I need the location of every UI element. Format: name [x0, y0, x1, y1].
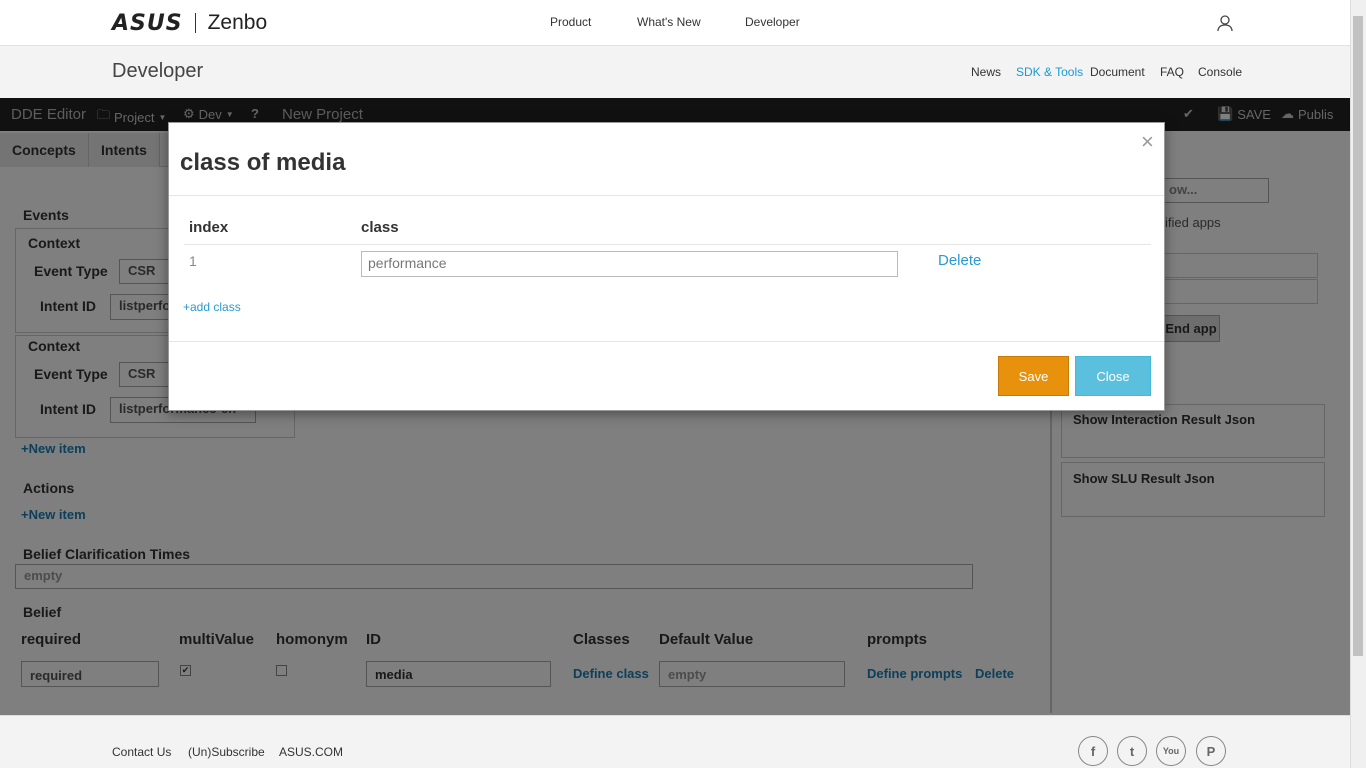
scrollbar-thumb[interactable]: [1353, 16, 1363, 656]
product-name: Zenbo: [207, 11, 268, 34]
user-icon[interactable]: [1216, 14, 1234, 32]
subnav-console[interactable]: Console: [1198, 65, 1242, 79]
footer: [0, 715, 1350, 768]
brand-name: ASUS: [112, 10, 183, 36]
footer-unsubscribe[interactable]: (Un)Subscribe: [188, 745, 265, 759]
subnav-faq[interactable]: FAQ: [1160, 65, 1184, 79]
modal-header-divider: [169, 195, 1164, 196]
column-header-class: class: [361, 219, 399, 236]
pinterest-icon[interactable]: P: [1196, 736, 1226, 766]
delete-class-link[interactable]: Delete: [938, 252, 981, 269]
footer-contact-us[interactable]: Contact Us: [112, 745, 171, 759]
nav-developer[interactable]: Developer: [745, 15, 800, 29]
add-class-link[interactable]: +add class: [183, 300, 241, 314]
twitter-icon[interactable]: t: [1117, 736, 1147, 766]
close-button[interactable]: Close: [1075, 356, 1151, 396]
youtube-icon[interactable]: You: [1156, 736, 1186, 766]
modal-title: class of media: [180, 149, 346, 176]
subnav-document[interactable]: Document: [1090, 65, 1145, 79]
modal-footer-divider: [169, 341, 1164, 342]
section-title: Developer: [112, 60, 204, 82]
class-modal: class of media × index class 1 performan…: [168, 122, 1165, 411]
facebook-icon[interactable]: f: [1078, 736, 1108, 766]
subnav-sdk-tools[interactable]: SDK & Tools: [1016, 65, 1083, 79]
save-button[interactable]: Save: [998, 356, 1069, 396]
column-header-index: index: [189, 219, 229, 236]
subnav-news[interactable]: News: [971, 65, 1001, 79]
nav-whats-new[interactable]: What's New: [637, 15, 701, 29]
table-header-divider: [184, 244, 1151, 245]
footer-asus-com[interactable]: ASUS.COM: [279, 745, 343, 759]
close-icon[interactable]: ×: [1141, 129, 1154, 155]
logo-divider: [194, 13, 196, 33]
nav-product[interactable]: Product: [550, 15, 591, 29]
row-index: 1: [189, 253, 197, 269]
asus-zenbo-logo[interactable]: ASUS Zenbo: [112, 10, 267, 36]
class-input[interactable]: performance: [361, 251, 898, 277]
